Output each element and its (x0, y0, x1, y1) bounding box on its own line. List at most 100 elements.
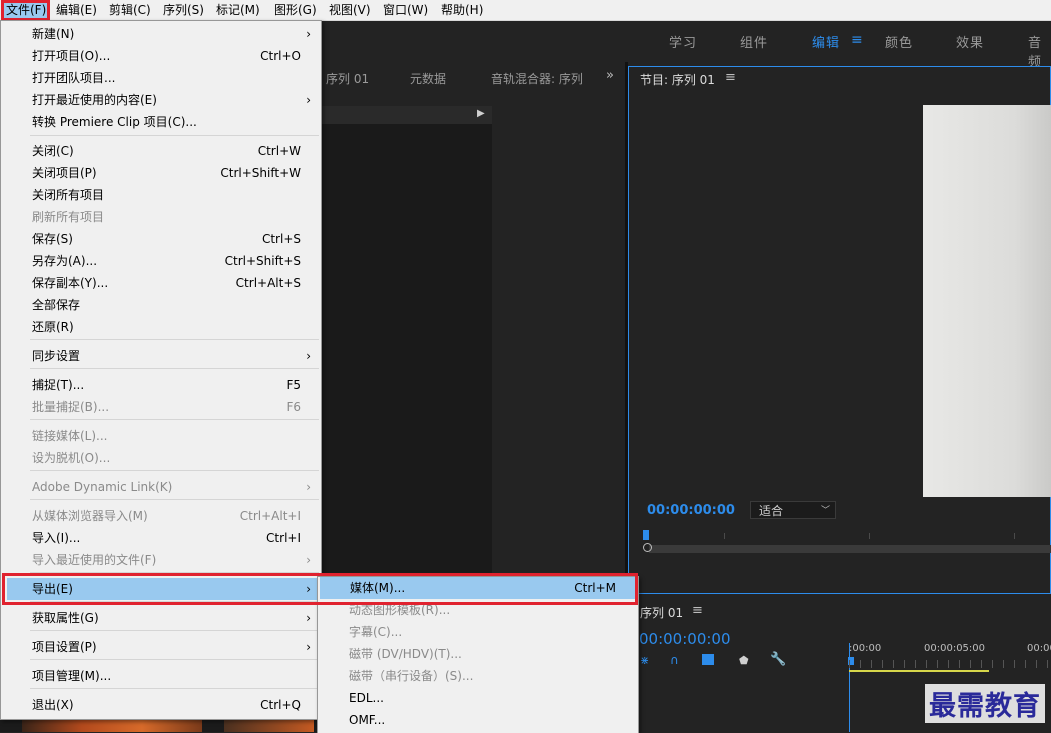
file-menu-item[interactable]: 转换 Premiere Clip 项目(C)... (1, 111, 321, 133)
workspace-tab-audio[interactable]: 音频 (1028, 32, 1051, 70)
panel-overflow-icon[interactable]: » (606, 68, 614, 83)
program-monitor-title[interactable]: 节目: 序列 01 (640, 71, 715, 88)
workspace-menu-icon[interactable]: ≡ (851, 32, 863, 48)
program-scrub-bar[interactable] (649, 545, 1051, 553)
timeline-ruler[interactable] (849, 660, 1051, 668)
file-menu-item[interactable]: 保存副本(Y)... Ctrl+Alt+S (1, 272, 321, 294)
panel-menu-icon[interactable]: ≡ (692, 603, 703, 618)
workspace-tab-assembly[interactable]: 组件 (740, 32, 768, 51)
menu-item-shortcut: Ctrl+Alt+I (239, 509, 301, 523)
file-menu-item[interactable]: 打开团队项目... (1, 67, 321, 89)
menu-item-label: 字幕(C)... (349, 625, 403, 639)
menu-item-label: 关闭(C) (32, 144, 74, 158)
file-menu-item[interactable]: 同步设置 › (1, 345, 321, 367)
menu-item-label: 保存(S) (32, 232, 73, 246)
program-timecode[interactable]: 00:00:00:00 (647, 503, 735, 518)
menu-item-label: 设为脱机(O)... (32, 451, 111, 465)
file-menu-item[interactable]: 关闭所有项目 (1, 184, 321, 206)
workspace-tab-editing[interactable]: 编辑 (812, 32, 840, 51)
chevron-right-icon: › (306, 640, 311, 654)
file-menu-item[interactable]: 打开项目(O)... Ctrl+O (1, 45, 321, 67)
menu-help[interactable]: 帮助(H) (437, 0, 487, 20)
menu-item-label: 导入(I)... (32, 531, 81, 545)
menu-item-label: 关闭项目(P) (32, 166, 97, 180)
chevron-right-icon: › (306, 480, 311, 494)
menu-sequence[interactable]: 序列(S) (159, 0, 208, 20)
program-monitor: 节目: 序列 01 ≡ 00:00:00:00 适合 ﹀ (628, 66, 1051, 594)
menu-item-label: 退出(X) (32, 698, 74, 712)
file-menu-item[interactable]: 导出(E) › (7, 578, 317, 600)
file-menu-item[interactable]: 项目管理(M)... (1, 665, 321, 687)
menu-graphics[interactable]: 图形(G) (270, 0, 321, 20)
chevron-right-icon: › (306, 582, 311, 596)
menu-item-label: OMF... (349, 713, 386, 727)
zoom-handle-icon[interactable] (643, 543, 652, 552)
work-area-bar[interactable] (849, 670, 989, 672)
menu-item-label: 打开项目(O)... (32, 49, 111, 63)
menu-item-shortcut: Ctrl+Alt+S (235, 276, 301, 290)
menu-bar: 文件(F) 编辑(E) 剪辑(C) 序列(S) 标记(M) 图形(G) 视图(V… (0, 0, 1051, 21)
tab-sequence[interactable]: 序列 01 (326, 70, 369, 87)
export-menu-item: 磁带 (DV/HDV)(T)... (318, 643, 638, 665)
file-menu-item[interactable]: 关闭项目(P) Ctrl+Shift+W (1, 162, 321, 184)
playhead-marker[interactable] (643, 530, 649, 540)
file-menu-item[interactable]: 捕捉(T)... F5 (1, 374, 321, 396)
menu-item-label: 全部保存 (32, 298, 81, 312)
export-menu-item[interactable]: 媒体(M)... Ctrl+M (320, 577, 636, 599)
menu-clip[interactable]: 剪辑(C) (105, 0, 155, 20)
menu-window[interactable]: 窗口(W) (379, 0, 432, 20)
expand-arrow-icon[interactable]: ▶ (477, 108, 485, 119)
tab-metadata[interactable]: 元数据 (410, 70, 446, 87)
menu-separator (30, 135, 319, 136)
file-menu-item: 从媒体浏览器导入(M) Ctrl+Alt+I (1, 505, 321, 527)
menu-item-label: 动态图形模板(R)... (349, 603, 451, 617)
timeline-timecode[interactable]: 00:00:00:00 (639, 630, 731, 648)
fit-dropdown[interactable]: 适合 ﹀ (750, 501, 836, 519)
menu-marker[interactable]: 标记(M) (212, 0, 264, 20)
panel-menu-icon[interactable]: ≡ (725, 70, 736, 85)
menu-item-shortcut: F6 (286, 400, 301, 414)
file-menu-item[interactable]: 还原(R) (1, 316, 321, 338)
workspace-tab-color[interactable]: 颜色 (885, 32, 913, 51)
tab-audio-mixer[interactable]: 音轨混合器: 序列 (491, 70, 583, 87)
file-menu-item[interactable]: 打开最近使用的内容(E) › (1, 89, 321, 111)
menu-item-label: 项目设置(P) (32, 640, 97, 654)
menu-edit[interactable]: 编辑(E) (52, 0, 101, 20)
chevron-right-icon: › (306, 27, 311, 41)
file-menu-item[interactable]: 项目设置(P) › (1, 636, 321, 658)
chevron-right-icon: › (306, 349, 311, 363)
export-menu-item[interactable]: EDL... (318, 687, 638, 709)
menu-separator (30, 688, 319, 689)
file-menu-item[interactable]: 保存(S) Ctrl+S (1, 228, 321, 250)
file-menu-item[interactable]: 导入(I)... Ctrl+I (1, 527, 321, 549)
wrench-icon[interactable]: 🔧 (770, 652, 786, 667)
timeline-title[interactable]: 序列 01 (640, 604, 683, 621)
menu-file[interactable]: 文件(F) (2, 0, 51, 20)
source-list-header (322, 106, 492, 124)
snap-icon[interactable]: ⋇ (640, 654, 649, 667)
file-menu-item[interactable]: 获取属性(G) › (1, 607, 321, 629)
workspace-tab-effects[interactable]: 效果 (956, 32, 984, 51)
export-menu-item[interactable]: OMF... (318, 709, 638, 731)
menu-item-label: 链接媒体(L)... (32, 429, 108, 443)
menu-item-label: 还原(R) (32, 320, 74, 334)
export-menu-item: 磁带（串行设备）(S)... (318, 665, 638, 687)
file-menu-item[interactable]: 全部保存 (1, 294, 321, 316)
file-menu-item[interactable]: 新建(N) › (1, 23, 321, 45)
menu-item-label: 磁带（串行设备）(S)... (349, 669, 474, 683)
menu-view[interactable]: 视图(V) (325, 0, 375, 20)
menu-separator (30, 419, 319, 420)
file-menu-item: 刷新所有项目 (1, 206, 321, 228)
file-menu-item[interactable]: 另存为(A)... Ctrl+Shift+S (1, 250, 321, 272)
file-menu-item[interactable]: 退出(X) Ctrl+Q (1, 694, 321, 716)
linked-selection-icon[interactable] (702, 654, 714, 665)
menu-item-label: 捕捉(T)... (32, 378, 85, 392)
menu-item-shortcut: Ctrl+W (257, 144, 301, 158)
menu-item-label: 保存副本(Y)... (32, 276, 109, 290)
magnet-icon[interactable]: ∩ (670, 653, 679, 667)
file-menu-item[interactable]: 关闭(C) Ctrl+W (1, 140, 321, 162)
workspace-tab-learn[interactable]: 学习 (669, 32, 697, 51)
marker-icon[interactable]: ⬟ (739, 654, 749, 667)
video-preview-frame (923, 105, 1051, 497)
menu-separator (30, 499, 319, 500)
